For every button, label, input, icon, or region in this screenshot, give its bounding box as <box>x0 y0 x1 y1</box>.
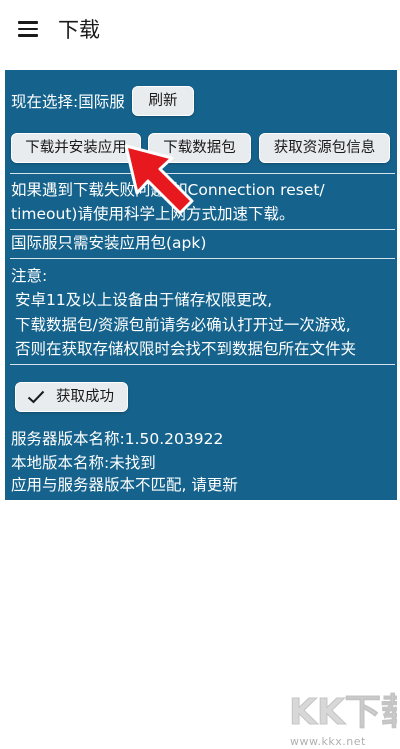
server-version-text: 服务器版本名称:1.50.203922 <box>11 430 224 448</box>
fetch-success-label: 获取成功 <box>56 389 114 405</box>
attention-line1: 安卓11及以上设备由于储存权限更改, <box>15 291 273 309</box>
fetch-success-button[interactable]: 获取成功 <box>15 382 128 412</box>
attention-line3: 否则在获取存储权限时会找不到数据包所在文件夹 <box>15 340 357 358</box>
hamburger-menu-icon[interactable] <box>18 21 38 37</box>
local-version-text: 本地版本名称:未找到 <box>11 454 156 472</box>
watermark-site: www.kkx.net <box>290 735 366 748</box>
check-icon <box>27 390 45 404</box>
watermark-logo-text: KK下载 <box>289 692 397 732</box>
divider <box>10 364 395 365</box>
current-selection-label: 现在选择:国际服 <box>11 93 125 111</box>
kk-download-watermark-logo: KK下载 <box>289 692 398 733</box>
divider <box>10 229 395 230</box>
divider <box>10 258 395 259</box>
attention-title: 注意: <box>11 267 48 285</box>
red-pointer-arrow-icon <box>124 144 194 215</box>
get-resource-info-button[interactable]: 获取资源包信息 <box>259 133 390 163</box>
divider <box>10 173 395 174</box>
app-bar: 下载 <box>0 0 400 60</box>
version-mismatch-text: 应用与服务器版本不匹配, 请更新 <box>11 476 238 494</box>
attention-line2: 下载数据包/资源包前请务必确认打开过一次游戏, <box>15 316 351 334</box>
intl-server-note: 国际服只需安装应用包(apk) <box>11 234 207 252</box>
page-title: 下载 <box>58 18 100 42</box>
refresh-button[interactable]: 刷新 <box>132 86 194 116</box>
download-panel: 现在选择:国际服 刷新 下载并安装应用 下载数据包 获取资源包信息 如果遇到下载… <box>5 70 397 500</box>
